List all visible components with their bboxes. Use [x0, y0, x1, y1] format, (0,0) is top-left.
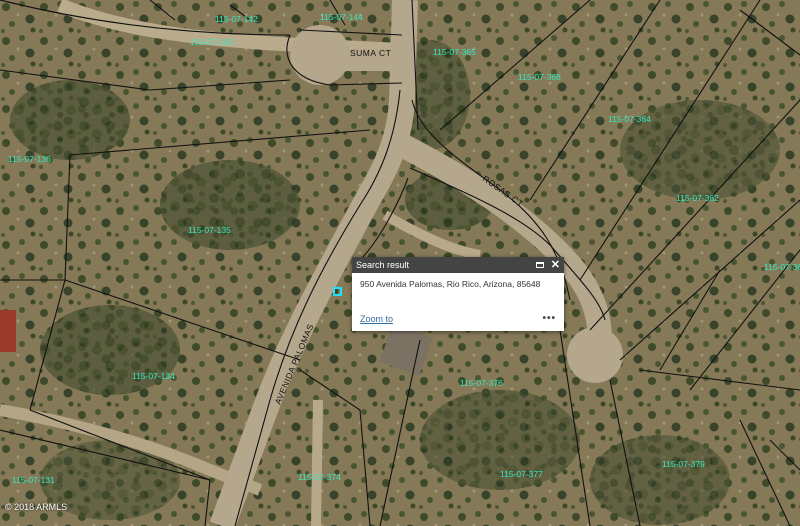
parcel-label: 115-07-364: [608, 114, 651, 124]
parcel-label: 115-07-134: [132, 371, 175, 381]
popup-title: Search result: [356, 260, 410, 270]
parcel-label: 115-07-368: [518, 72, 561, 82]
parcel-label: 115-07-374: [298, 472, 341, 482]
parcel-label: 115-07-376: [460, 378, 503, 388]
maximize-icon[interactable]: [535, 262, 544, 268]
parcel-label: 115-07-136: [8, 154, 51, 164]
parcel-label: 115-07-365: [433, 47, 476, 57]
more-options-icon[interactable]: •••: [542, 313, 556, 324]
parcel-label: 115-07-143: [190, 37, 233, 47]
parcel-label: 115-07-377: [500, 469, 543, 479]
parcel-label: 115-07-135: [188, 225, 231, 235]
street-label-suma-ct: SUMA CT: [350, 48, 391, 58]
parcel-label: 115-07-131: [12, 475, 55, 485]
search-result-marker[interactable]: [333, 287, 342, 296]
zoom-to-link[interactable]: Zoom to: [360, 314, 393, 324]
popup-address: 950 Avenida Palomas, Rio Rico, Arizona, …: [360, 279, 541, 289]
parcel-label: 115-07-362: [676, 193, 719, 203]
map-view[interactable]: SUMA CT ROSAS CT AVENIDA PALOMAS 115-07-…: [0, 0, 800, 526]
parcel-label: 115-07-142: [215, 14, 258, 24]
parcel-label: 115-07-144: [320, 12, 363, 22]
close-icon[interactable]: ✕: [551, 260, 560, 271]
parcel-label: 115-07-363: [764, 262, 800, 272]
copyright-text: © 2018 ARMLS: [5, 502, 68, 512]
parcel-label: 115-07-379: [662, 459, 705, 469]
popup-header: Search result ✕: [352, 257, 564, 273]
search-result-popup: Search result ✕ 950 Avenida Palomas, Rio…: [352, 257, 564, 331]
